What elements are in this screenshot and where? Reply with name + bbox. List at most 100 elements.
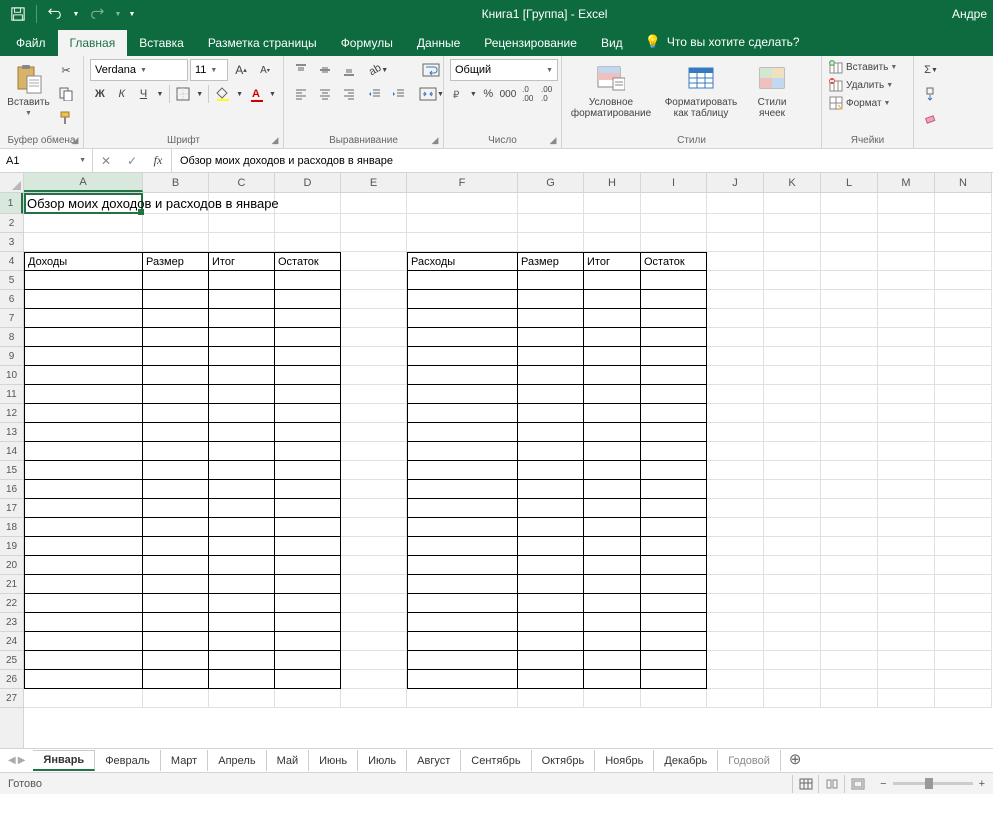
cell-F11[interactable] [407,385,518,404]
cell-A24[interactable] [24,632,143,651]
zoom-slider[interactable] [893,782,973,785]
cancel-formula-button[interactable]: ✕ [93,149,119,172]
insert-function-button[interactable]: fx [145,149,171,172]
cell-A4[interactable]: Доходы [24,252,143,271]
cell-N11[interactable] [935,385,992,404]
cell-M4[interactable] [878,252,935,271]
cell-M20[interactable] [878,556,935,575]
align-right-button[interactable] [338,83,360,105]
cell-H9[interactable] [584,347,641,366]
row-header-12[interactable]: 12 [0,404,23,423]
cell-N24[interactable] [935,632,992,651]
cell-B12[interactable] [143,404,209,423]
cell-M8[interactable] [878,328,935,347]
cell-B23[interactable] [143,613,209,632]
cell-E15[interactable] [341,461,407,480]
cell-D25[interactable] [275,651,341,670]
cell-A27[interactable] [24,689,143,708]
cell-J16[interactable] [707,480,764,499]
cell-G8[interactable] [518,328,584,347]
cell-G10[interactable] [518,366,584,385]
cell-L4[interactable] [821,252,878,271]
cell-M14[interactable] [878,442,935,461]
row-header-3[interactable]: 3 [0,233,23,252]
cell-B7[interactable] [143,309,209,328]
cell-J14[interactable] [707,442,764,461]
cell-D24[interactable] [275,632,341,651]
cell-A26[interactable] [24,670,143,689]
cell-B19[interactable] [143,537,209,556]
cell-B3[interactable] [143,233,209,252]
cell-I18[interactable] [641,518,707,537]
column-header-D[interactable]: D [275,173,341,192]
cell-G5[interactable] [518,271,584,290]
cell-C2[interactable] [209,214,275,233]
row-header-16[interactable]: 16 [0,480,23,499]
cell-D10[interactable] [275,366,341,385]
cell-L17[interactable] [821,499,878,518]
cell-A3[interactable] [24,233,143,252]
cell-A2[interactable] [24,214,143,233]
cell-B15[interactable] [143,461,209,480]
cell-J20[interactable] [707,556,764,575]
currency-button[interactable]: ₽ [450,83,467,105]
column-header-G[interactable]: G [518,173,584,192]
column-header-L[interactable]: L [821,173,878,192]
cell-F21[interactable] [407,575,518,594]
cell-H2[interactable] [584,214,641,233]
column-header-F[interactable]: F [407,173,518,192]
cell-L22[interactable] [821,594,878,613]
format-as-table-button[interactable]: Форматировать как таблицу [658,59,744,119]
cell-I25[interactable] [641,651,707,670]
row-header-6[interactable]: 6 [0,290,23,309]
cell-D21[interactable] [275,575,341,594]
cell-L21[interactable] [821,575,878,594]
formula-input[interactable]: Обзор моих доходов и расходов в январе [172,155,993,167]
cell-M16[interactable] [878,480,935,499]
tab-view[interactable]: Вид [589,30,635,56]
cell-F16[interactable] [407,480,518,499]
normal-view-button[interactable] [792,775,818,793]
row-header-8[interactable]: 8 [0,328,23,347]
cell-F15[interactable] [407,461,518,480]
cell-J13[interactable] [707,423,764,442]
cell-G26[interactable] [518,670,584,689]
cell-F3[interactable] [407,233,518,252]
cell-C19[interactable] [209,537,275,556]
cell-G11[interactable] [518,385,584,404]
cell-L13[interactable] [821,423,878,442]
cell-J1[interactable] [707,193,764,214]
cell-D16[interactable] [275,480,341,499]
name-box[interactable]: A1 ▼ [0,149,93,172]
cell-E9[interactable] [341,347,407,366]
decrease-indent-button[interactable] [364,83,386,105]
cell-N27[interactable] [935,689,992,708]
cell-F10[interactable] [407,366,518,385]
cell-A16[interactable] [24,480,143,499]
cell-E12[interactable] [341,404,407,423]
cut-button[interactable]: ✂ [55,59,77,81]
cell-J5[interactable] [707,271,764,290]
row-header-20[interactable]: 20 [0,556,23,575]
row-header-18[interactable]: 18 [0,518,23,537]
cell-K11[interactable] [764,385,821,404]
cell-F14[interactable] [407,442,518,461]
cell-L14[interactable] [821,442,878,461]
cell-D20[interactable] [275,556,341,575]
cell-H19[interactable] [584,537,641,556]
cell-A7[interactable] [24,309,143,328]
cell-N15[interactable] [935,461,992,480]
cell-C27[interactable] [209,689,275,708]
cell-J11[interactable] [707,385,764,404]
cell-L2[interactable] [821,214,878,233]
cell-E11[interactable] [341,385,407,404]
cell-A25[interactable] [24,651,143,670]
cell-F1[interactable] [407,193,518,214]
cell-A19[interactable] [24,537,143,556]
cell-E7[interactable] [341,309,407,328]
redo-dropdown-icon[interactable]: ▼ [113,2,123,26]
cell-G12[interactable] [518,404,584,423]
alignment-dialog-launcher[interactable]: ◢ [429,134,441,146]
cell-L20[interactable] [821,556,878,575]
cell-H16[interactable] [584,480,641,499]
